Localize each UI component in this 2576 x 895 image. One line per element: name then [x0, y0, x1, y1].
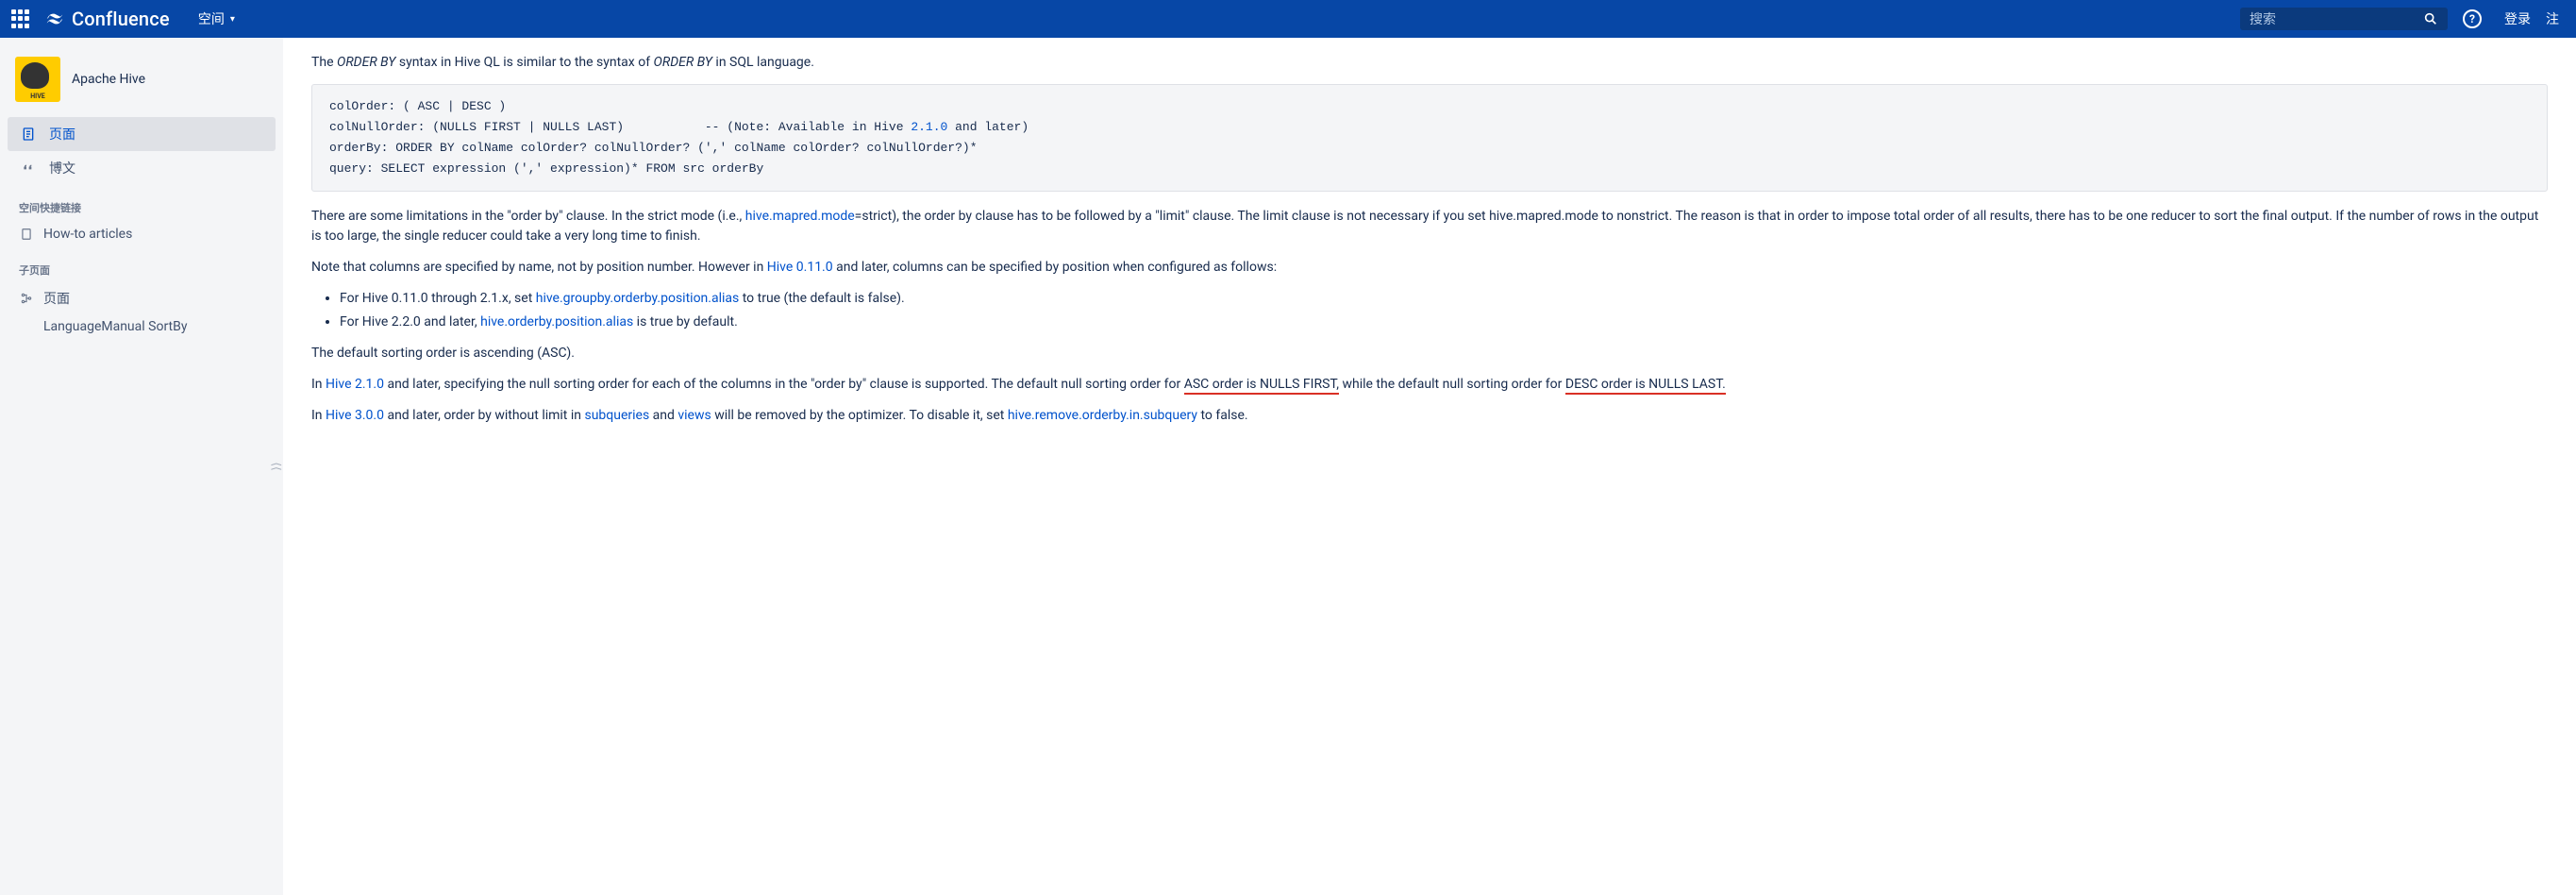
- top-nav: Confluence 空间 ▾ ? 登录 注: [0, 0, 2576, 38]
- limitations-paragraph: There are some limitations in the "order…: [311, 207, 2548, 246]
- link-subqueries[interactable]: subqueries: [584, 408, 649, 423]
- search-icon: [2423, 11, 2438, 26]
- underline-desc: DESC order is NULLS LAST.: [1565, 377, 1726, 395]
- space-header[interactable]: Apache Hive: [0, 49, 283, 117]
- confluence-icon: [43, 8, 66, 30]
- link-hive-0-11[interactable]: Hive 0.11.0: [767, 260, 833, 275]
- tree-icon: [19, 292, 34, 305]
- section-children-label: 子页面: [0, 247, 283, 283]
- list-item: For Hive 0.11.0 through 2.1.x, set hive.…: [340, 289, 2548, 309]
- login-link[interactable]: 登录: [2497, 9, 2538, 28]
- null-sort-paragraph: In Hive 2.1.0 and later, specifying the …: [311, 375, 2548, 395]
- sidebar-nav-blog[interactable]: 博文: [8, 151, 276, 185]
- optimizer-paragraph: In Hive 3.0.0 and later, order by withou…: [311, 406, 2548, 426]
- config-list: For Hive 0.11.0 through 2.1.x, set hive.…: [340, 289, 2548, 332]
- list-item: For Hive 2.2.0 and later, hive.orderby.p…: [340, 312, 2548, 332]
- tree-pages[interactable]: 页面: [0, 283, 283, 313]
- intro-paragraph: The ORDER BY syntax in Hive QL is simila…: [311, 53, 2548, 73]
- quote-icon: [19, 159, 38, 177]
- doc-icon: [19, 228, 34, 241]
- space-name: Apache Hive: [72, 72, 145, 87]
- page-icon: [19, 125, 38, 144]
- hive-logo-icon: [15, 57, 60, 102]
- default-sort-paragraph: The default sorting order is ascending (…: [311, 344, 2548, 363]
- link-hive-2-1[interactable]: Hive 2.1.0: [326, 377, 384, 392]
- link-mapred-mode[interactable]: hive.mapred.mode: [745, 209, 855, 224]
- underline-asc: ASC order is NULLS FIRST,: [1184, 377, 1339, 395]
- confluence-logo[interactable]: Confluence: [43, 8, 170, 30]
- tree-child-sortby[interactable]: LanguageManual SortBy: [0, 313, 283, 340]
- sidebar-collapse-handle[interactable]: ⟨⟨: [270, 462, 283, 470]
- section-shortcuts-label: 空间快捷链接: [0, 185, 283, 221]
- nav-spaces[interactable]: 空间 ▾: [189, 9, 244, 28]
- page-content: The ORDER BY syntax in Hive QL is simila…: [283, 38, 2576, 895]
- link-groupby-alias[interactable]: hive.groupby.orderby.position.alias: [536, 291, 740, 306]
- search-box[interactable]: [2240, 8, 2448, 30]
- syntax-code-block: colOrder: ( ASC | DESC ) colNullOrder: (…: [311, 84, 2548, 192]
- link-hive-3-0[interactable]: Hive 3.0.0: [326, 408, 384, 423]
- sidebar: Apache Hive 页面 博文 空间快捷链接 How-to articles: [0, 38, 283, 895]
- app-switcher-icon[interactable]: [9, 8, 32, 30]
- link-remove-orderby[interactable]: hive.remove.orderby.in.subquery: [1008, 408, 1197, 423]
- chevron-down-icon: ▾: [230, 14, 235, 25]
- sidebar-nav-pages[interactable]: 页面: [8, 117, 276, 151]
- help-icon[interactable]: ?: [2463, 9, 2482, 28]
- search-input[interactable]: [2250, 11, 2423, 26]
- columns-paragraph: Note that columns are specified by name,…: [311, 258, 2548, 278]
- logo-text: Confluence: [72, 8, 170, 30]
- register-link[interactable]: 注: [2538, 9, 2567, 28]
- shortcut-howto[interactable]: How-to articles: [0, 221, 283, 247]
- link-views[interactable]: views: [677, 408, 711, 423]
- link-orderby-alias[interactable]: hive.orderby.position.alias: [480, 314, 633, 329]
